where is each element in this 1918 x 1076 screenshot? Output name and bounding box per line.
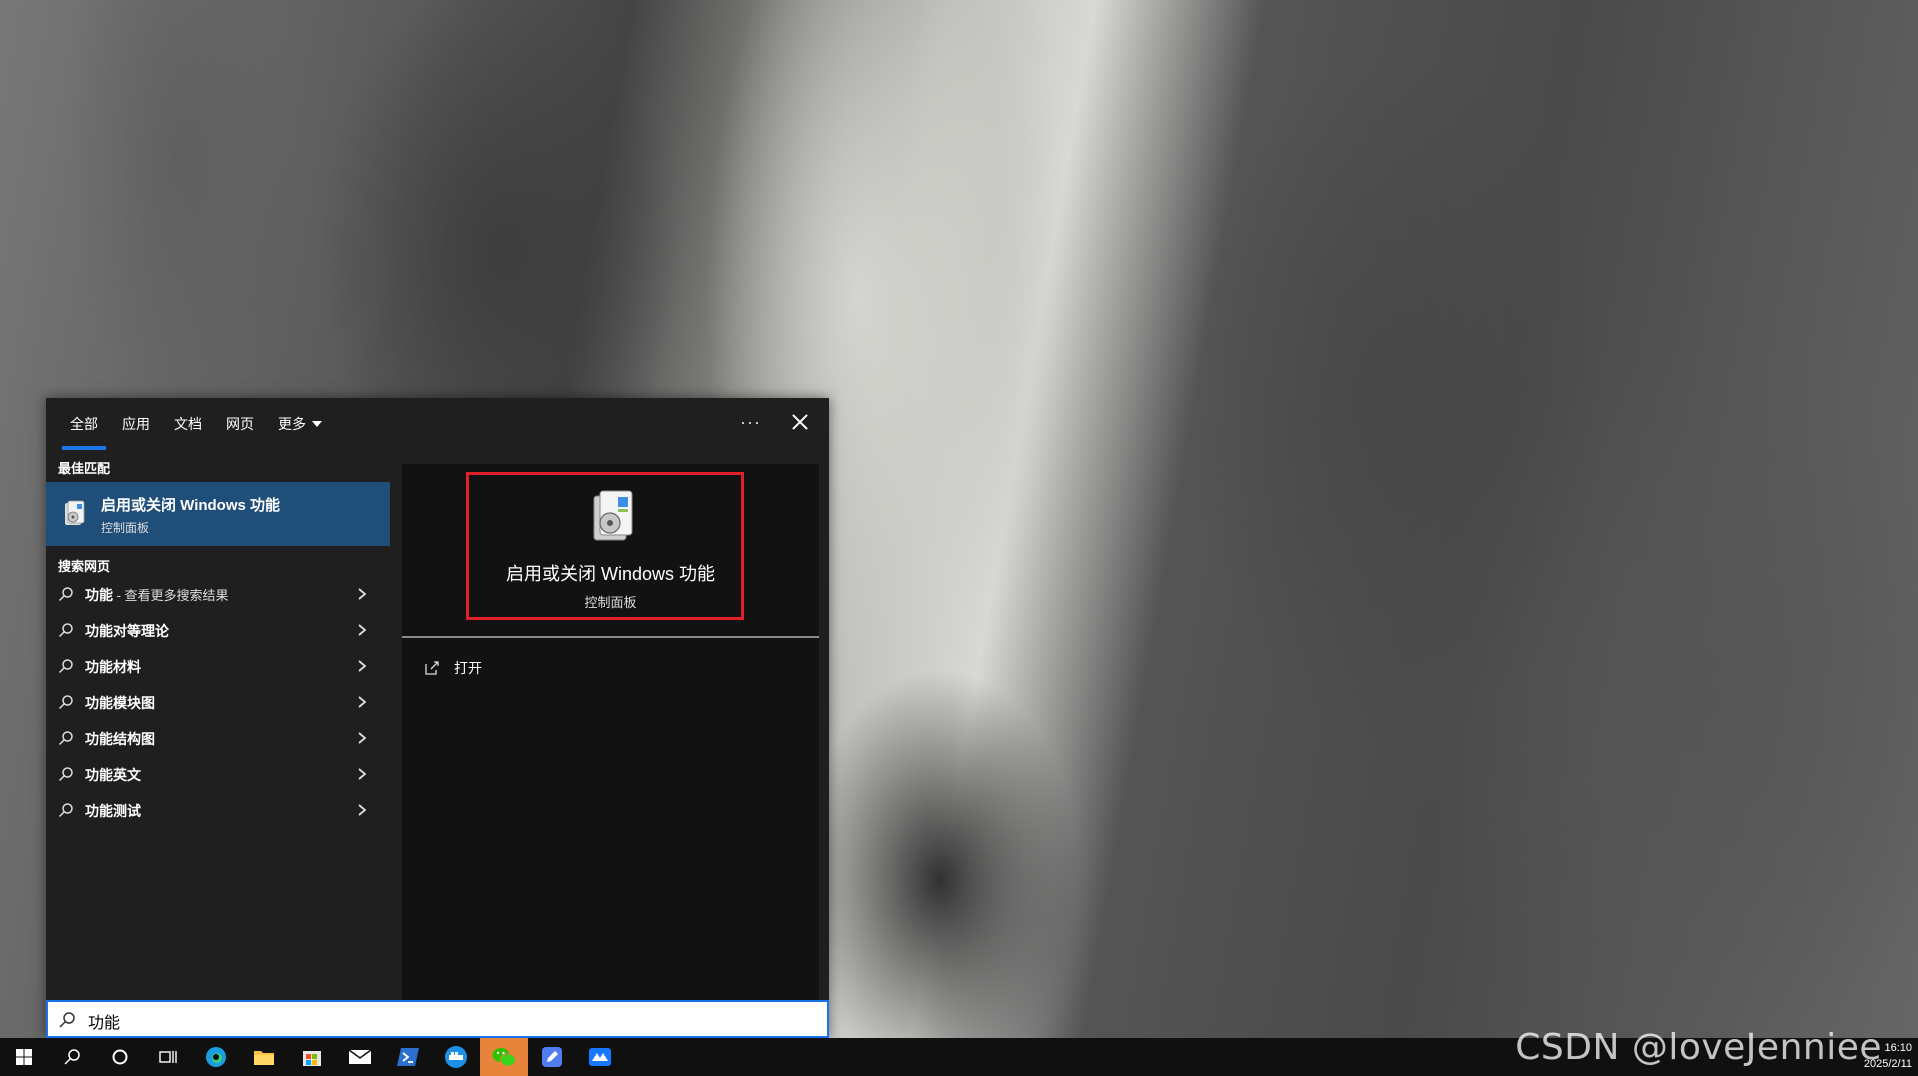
tab-more[interactable]: 更多: [278, 398, 322, 450]
preview-pane: 启用或关闭 Windows 功能 控制面板 打开: [402, 464, 819, 1038]
search-input[interactable]: [86, 1006, 790, 1036]
web-search-item[interactable]: 功能对等理论: [46, 612, 390, 648]
best-match-subtitle: 控制面板: [101, 521, 150, 535]
preview-title: 启用或关闭 Windows 功能: [505, 564, 716, 584]
chevron-right-icon: [358, 732, 367, 744]
powershell-icon: [397, 1048, 419, 1066]
cortana-icon: [112, 1049, 128, 1065]
edge-icon: [206, 1047, 226, 1067]
store-button[interactable]: [288, 1038, 336, 1076]
task-view-icon: [159, 1051, 177, 1063]
notes-button[interactable]: [528, 1038, 576, 1076]
chevron-right-icon: [358, 768, 367, 780]
search-icon: [58, 767, 73, 782]
docker-icon: [445, 1046, 467, 1068]
web-search-suffix: - 查看更多搜索结果: [113, 588, 229, 603]
divider: [402, 636, 819, 638]
wechat-icon: [492, 1048, 516, 1067]
web-search-item[interactable]: 功能 - 查看更多搜索结果: [46, 576, 390, 612]
web-search-label: 功能结构图: [85, 731, 155, 747]
start-button[interactable]: [0, 1038, 48, 1076]
chevron-right-icon: [358, 660, 367, 672]
search-icon: [64, 1049, 80, 1065]
app-icon: [589, 1048, 611, 1066]
web-search-label: 功能对等理论: [85, 623, 169, 639]
search-icon: [58, 803, 73, 818]
more-options-button[interactable]: ···: [740, 412, 761, 433]
edge-button[interactable]: [192, 1038, 240, 1076]
search-tabs: 全部 应用 文档 网页 更多 ···: [46, 398, 829, 450]
web-search-label: 功能测试: [85, 803, 141, 819]
task-view-button[interactable]: [144, 1038, 192, 1076]
mail-button[interactable]: [336, 1038, 384, 1076]
search-panel: 全部 应用 文档 网页 更多 ··· 最佳匹配 启用或关闭 Windows 功能…: [46, 398, 829, 1038]
tab-all[interactable]: 全部: [62, 398, 106, 450]
pen-icon: [542, 1047, 562, 1067]
best-match-item[interactable]: 启用或关闭 Windows 功能 控制面板: [46, 482, 390, 546]
web-search-item[interactable]: 功能英文: [46, 756, 390, 792]
windows-logo-icon: [16, 1049, 32, 1065]
tab-apps[interactable]: 应用: [122, 398, 150, 450]
web-search-label: 功能英文: [85, 767, 141, 783]
wechat-button[interactable]: [480, 1038, 528, 1076]
best-match-header: 最佳匹配: [58, 461, 111, 476]
open-label: 打开: [454, 660, 482, 676]
search-icon: [58, 623, 73, 638]
web-search-item[interactable]: 功能结构图: [46, 720, 390, 756]
web-search-item[interactable]: 功能材料: [46, 648, 390, 684]
powershell-button[interactable]: [384, 1038, 432, 1076]
preview-subtitle: 控制面板: [584, 595, 637, 610]
web-search-label: 功能 - 查看更多搜索结果: [85, 587, 229, 603]
tab-web[interactable]: 网页: [226, 398, 254, 450]
taskbar-search-button[interactable]: [48, 1038, 96, 1076]
folder-icon: [254, 1051, 274, 1065]
cortana-button[interactable]: [96, 1038, 144, 1076]
chevron-right-icon: [358, 624, 367, 636]
search-icon: [58, 731, 73, 746]
mail-icon: [348, 1049, 372, 1064]
tab-documents[interactable]: 文档: [174, 398, 202, 450]
search-icon: [58, 587, 73, 602]
web-search-item[interactable]: 功能模块图: [46, 684, 390, 720]
chevron-right-icon: [358, 696, 367, 708]
docker-button[interactable]: [432, 1038, 480, 1076]
watermark: CSDN @loveJenniee: [1515, 1027, 1882, 1068]
web-search-label: 功能材料: [85, 659, 141, 675]
search-icon: [58, 659, 73, 674]
store-icon: [303, 1051, 321, 1066]
windows-features-icon: [593, 490, 633, 541]
close-button[interactable]: [788, 410, 812, 434]
chevron-right-icon: [358, 804, 367, 816]
search-box[interactable]: [46, 1000, 829, 1038]
windows-features-icon: [65, 500, 85, 525]
search-icon: [59, 1012, 75, 1028]
chevron-down-icon: [312, 421, 322, 427]
open-icon: [425, 661, 439, 675]
web-search-label: 功能模块图: [85, 695, 155, 711]
search-icon: [58, 695, 73, 710]
best-match-title: 启用或关闭 Windows 功能: [101, 497, 281, 514]
open-button[interactable]: 打开: [424, 654, 482, 682]
results-list: 最佳匹配 启用或关闭 Windows 功能 控制面板 搜索网页 功能 - 查看更…: [46, 450, 390, 1038]
web-search-header: 搜索网页: [58, 559, 111, 574]
file-explorer-button[interactable]: [240, 1038, 288, 1076]
web-search-item[interactable]: 功能测试: [46, 792, 390, 828]
chevron-right-icon: [358, 588, 367, 600]
app-button[interactable]: [576, 1038, 624, 1076]
